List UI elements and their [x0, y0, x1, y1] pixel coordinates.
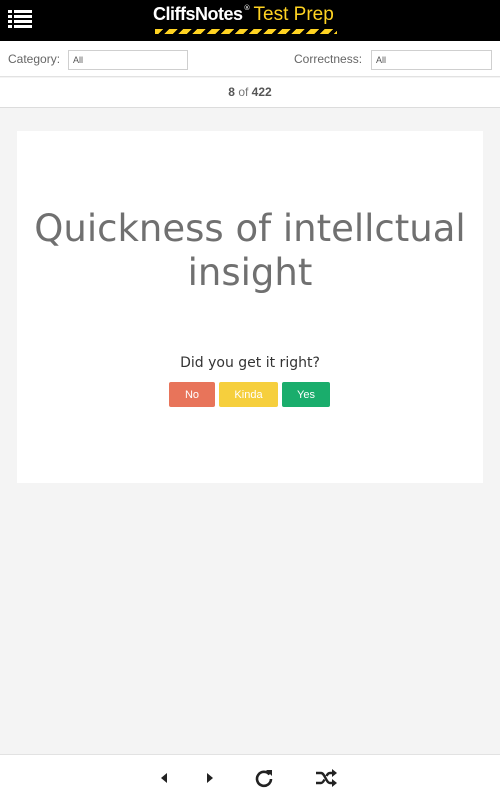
- app-header: CliffsNotes® Test Prep: [0, 0, 500, 41]
- refresh-icon[interactable]: [253, 767, 275, 789]
- current-index: 8: [228, 85, 235, 99]
- yes-button[interactable]: Yes: [282, 382, 330, 407]
- bottom-toolbar: [0, 754, 500, 800]
- logo-stripe: [155, 29, 337, 34]
- menu-icon[interactable]: [8, 10, 32, 30]
- logo-main-text: CliffsNotes: [153, 4, 243, 24]
- counter-of: of: [238, 85, 249, 99]
- category-select[interactable]: All: [68, 50, 188, 70]
- logo-registered-mark: ®: [243, 4, 251, 12]
- logo-sub-text: Test Prep: [253, 4, 334, 25]
- category-label: Category:: [8, 52, 61, 66]
- correctness-label: Correctness:: [294, 52, 363, 66]
- prev-arrow-icon[interactable]: [159, 767, 169, 789]
- card-term: Quickness of intellctual insight: [34, 207, 466, 294]
- card-counter: 8 of 422: [0, 78, 500, 108]
- no-button[interactable]: No: [169, 382, 215, 407]
- filter-bar: Category: All Correctness: All: [0, 41, 500, 77]
- self-assessment-question: Did you get it right?: [180, 355, 320, 371]
- flashcard[interactable]: Quickness of intellctual insight Did you…: [17, 131, 483, 483]
- shuffle-icon[interactable]: [314, 767, 338, 789]
- next-arrow-icon[interactable]: [205, 767, 215, 789]
- kinda-button[interactable]: Kinda: [219, 382, 278, 407]
- app-logo: CliffsNotes® Test Prep: [153, 4, 337, 36]
- total-count: 422: [251, 85, 272, 99]
- correctness-select[interactable]: All: [371, 50, 492, 70]
